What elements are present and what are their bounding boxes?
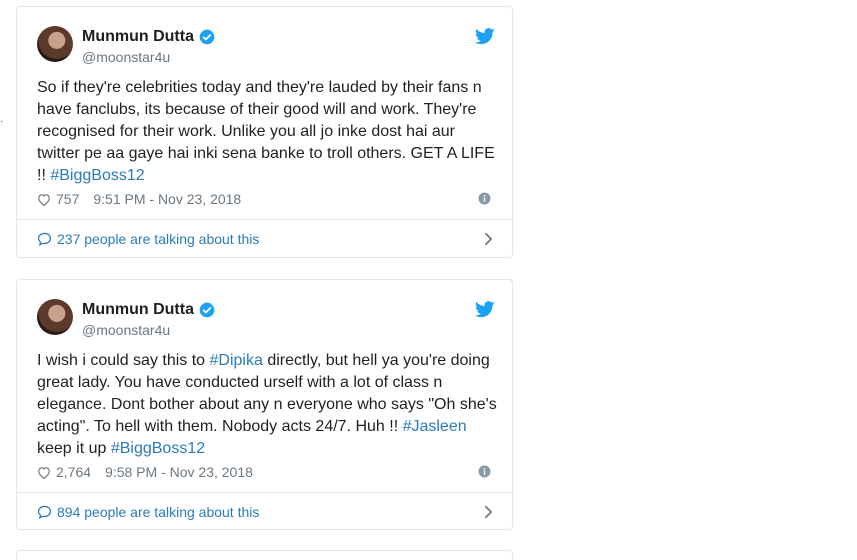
tweet-text-segment: keep it up	[37, 440, 111, 457]
like-count[interactable]: 757	[56, 190, 79, 208]
author-handle[interactable]: @moonstar4u	[82, 48, 170, 66]
avatar[interactable]	[37, 299, 73, 335]
tweet-card-1[interactable]: Munmun Dutta @moonstar4u So if they're c…	[16, 6, 513, 258]
info-icon[interactable]	[478, 192, 491, 205]
hashtag-link[interactable]: #BiggBoss12	[111, 440, 205, 457]
author-name-row[interactable]: Munmun Dutta	[82, 299, 215, 321]
like-count[interactable]: 2,764	[56, 463, 91, 481]
chat-bubble-icon	[37, 232, 52, 246]
twitter-bird-icon[interactable]	[475, 28, 495, 45]
tweet-card-2[interactable]: Munmun Dutta @moonstar4u I wish i could …	[16, 279, 513, 530]
chat-bubble-icon	[37, 505, 52, 519]
tweet-timestamp[interactable]: 9:51 PM - Nov 23, 2018	[93, 190, 241, 208]
conversation-count[interactable]: 237 people are talking about this	[57, 229, 259, 249]
divider	[17, 219, 512, 220]
author-name[interactable]: Munmun Dutta	[82, 26, 194, 48]
page: · Munmun Dutta @moonstar4u So if they're…	[0, 0, 857, 560]
chevron-right-icon[interactable]	[484, 232, 493, 246]
verified-badge-icon	[199, 29, 215, 45]
conversation-link[interactable]: 894 people are talking about this	[37, 502, 497, 522]
heart-icon[interactable]	[37, 193, 51, 206]
tweet-timestamp[interactable]: 9:58 PM - Nov 23, 2018	[105, 463, 253, 481]
verified-badge-icon	[199, 302, 215, 318]
edge-mark: ·	[0, 116, 4, 127]
tweet-text: So if they're celebrities today and they…	[37, 77, 499, 187]
hashtag-link[interactable]: #Jasleen	[403, 418, 467, 435]
tweet-meta: 2,764 9:58 PM - Nov 23, 2018	[37, 463, 497, 481]
divider	[17, 492, 512, 493]
tweet-text: I wish i could say this to #Dipika direc…	[37, 350, 499, 460]
tweet-meta: 757 9:51 PM - Nov 23, 2018	[37, 190, 497, 208]
hashtag-link[interactable]: #Dipika	[210, 352, 263, 369]
chevron-right-icon[interactable]	[484, 505, 493, 519]
twitter-bird-icon[interactable]	[475, 301, 495, 318]
conversation-link[interactable]: 237 people are talking about this	[37, 229, 497, 249]
author-handle[interactable]: @moonstar4u	[82, 321, 170, 339]
heart-icon[interactable]	[37, 466, 51, 479]
tweet-text-segment: I wish i could say this to	[37, 352, 210, 369]
author-name[interactable]: Munmun Dutta	[82, 299, 194, 321]
tweet-card-3[interactable]	[16, 550, 513, 560]
avatar[interactable]	[37, 26, 73, 62]
tweet-header: Munmun Dutta @moonstar4u	[37, 26, 497, 68]
author-name-row[interactable]: Munmun Dutta	[82, 26, 215, 48]
info-icon[interactable]	[478, 465, 491, 478]
conversation-count[interactable]: 894 people are talking about this	[57, 502, 259, 522]
hashtag-link[interactable]: #BiggBoss12	[50, 167, 144, 184]
tweet-header: Munmun Dutta @moonstar4u	[37, 299, 497, 341]
